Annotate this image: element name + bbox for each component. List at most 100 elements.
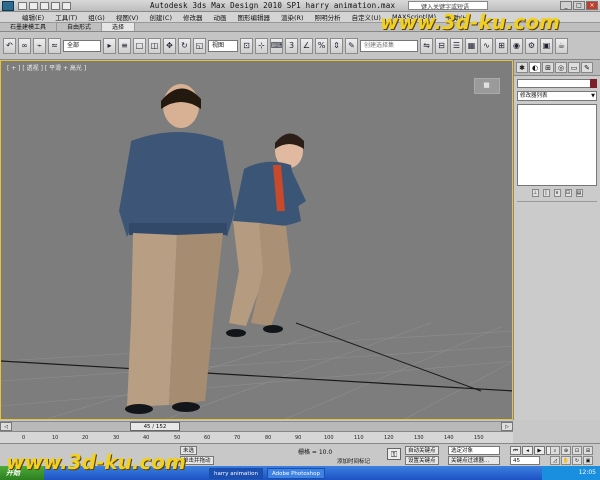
window-crossing-icon[interactable]: ◫ (148, 37, 161, 54)
maximize-button[interactable]: □ (573, 1, 585, 10)
rectangular-selection-icon[interactable]: □ (133, 37, 146, 54)
select-object-icon[interactable]: ▸ (103, 37, 116, 54)
make-unique-icon[interactable]: ∨ (553, 189, 561, 197)
menu-graph-editors[interactable]: 图形编辑器 (238, 12, 271, 22)
layer-manager-icon[interactable]: ☰ (450, 37, 463, 54)
select-rotate-icon[interactable]: ↻ (178, 37, 191, 54)
key-mode-dropdown[interactable]: 选定对象 (448, 446, 500, 455)
taskbar-item-3dsmax[interactable]: harry animation (209, 467, 263, 479)
zoom-icon[interactable]: ⌕ (550, 446, 560, 455)
percent-snap-icon[interactable]: % (315, 37, 328, 54)
select-move-icon[interactable]: ✥ (163, 37, 176, 54)
tab-graphite-modeling[interactable]: 石墨建模工具 (0, 23, 58, 31)
selection-filter-dropdown[interactable]: 全部 (63, 39, 101, 52)
pan-icon[interactable]: ✋ (561, 456, 571, 465)
object-color-swatch[interactable] (590, 79, 597, 88)
viewcube[interactable]: ⬜ (474, 78, 500, 94)
play-icon[interactable]: ▶ (534, 446, 545, 455)
perspective-viewport[interactable]: [ + ] [ 透视 ] [ 平滑 + 高光 ] ⬜ (0, 60, 513, 420)
bind-space-warp-icon[interactable]: ≈ (48, 37, 61, 54)
character-a[interactable] (119, 84, 235, 414)
minimize-button[interactable]: _ (560, 1, 572, 10)
undo-icon[interactable] (51, 1, 60, 10)
remove-modifier-icon[interactable]: ⊡ (564, 189, 572, 197)
maximize-viewport-icon[interactable]: ▣ (583, 456, 593, 465)
orbit-icon[interactable]: ↻ (572, 456, 582, 465)
graphite-toggle-icon[interactable]: ▦ (465, 37, 478, 54)
render-setup-icon[interactable]: ⚙ (525, 37, 538, 54)
curve-editor-icon[interactable]: ∿ (480, 37, 493, 54)
object-name-field[interactable] (517, 79, 597, 88)
zoom-extents-all-icon[interactable]: ⊞ (583, 446, 593, 455)
menu-edit[interactable]: 编辑(E) (22, 12, 44, 22)
motion-tab-icon[interactable]: ◎ (555, 62, 567, 73)
display-tab-icon[interactable]: ▭ (568, 62, 580, 73)
spinner-snap-icon[interactable]: ⇕ (330, 37, 343, 54)
taskbar-item-photoshop[interactable]: Adobe Photoshop (266, 467, 325, 479)
set-key-icon[interactable]: ⚿ (387, 448, 401, 460)
reference-coordinate-dropdown[interactable]: 视图 (208, 39, 238, 52)
create-tab-icon[interactable]: ✱ (516, 62, 528, 73)
redo-icon[interactable] (62, 1, 71, 10)
zoom-all-icon[interactable]: ⊕ (561, 446, 571, 455)
modifier-stack[interactable] (517, 104, 597, 186)
render-production-icon[interactable]: ☕ (555, 37, 568, 54)
menu-animation[interactable]: 动画 (214, 12, 227, 22)
close-button[interactable]: × (586, 1, 598, 10)
pin-stack-icon[interactable]: ⊥ (531, 189, 539, 197)
select-manipulate-icon[interactable]: ⊹ (255, 37, 268, 54)
named-selection-dropdown[interactable]: 创建选择集 (360, 39, 418, 52)
viewport-label[interactable]: [ + ] [ 透视 ] [ 平滑 + 高光 ] (7, 63, 86, 72)
select-scale-icon[interactable]: ◱ (193, 37, 206, 54)
time-slider-next-icon[interactable]: ▷ (501, 422, 513, 431)
menu-tools[interactable]: 工具(T) (55, 12, 77, 22)
new-file-icon[interactable] (18, 1, 27, 10)
time-slider-prev-icon[interactable]: ◁ (0, 422, 12, 431)
pivot-center-icon[interactable]: ⊡ (240, 37, 253, 54)
add-time-tag[interactable]: 添加时间标记 (337, 457, 370, 465)
undo-icon[interactable]: ↶ (3, 37, 16, 54)
material-editor-icon[interactable]: ◉ (510, 37, 523, 54)
link-icon[interactable]: ∞ (18, 37, 31, 54)
keyboard-shortcut-icon[interactable]: ⌨ (270, 37, 283, 54)
tab-freeform[interactable]: 自由形式 (57, 23, 103, 31)
field-of-view-icon[interactable]: ◿ (550, 456, 560, 465)
schematic-view-icon[interactable]: ⊞ (495, 37, 508, 54)
modify-tab-icon[interactable]: ◐ (529, 62, 541, 73)
time-slider[interactable]: ◁ 45 / 152 ▷ (0, 421, 513, 431)
modifier-list-dropdown[interactable]: 修改器列表 (517, 91, 597, 101)
tab-selection[interactable]: 选择 (102, 23, 136, 31)
search-input[interactable]: 键入关键字或短语 (408, 1, 488, 11)
menu-lighting-analysis[interactable]: 照明分析 (315, 12, 341, 22)
rendered-frame-icon[interactable]: ▣ (540, 37, 553, 54)
prev-frame-icon[interactable]: ◂ (522, 446, 533, 455)
menu-group[interactable]: 组(G) (88, 12, 105, 22)
zoom-extents-icon[interactable]: ⊡ (572, 446, 582, 455)
menu-views[interactable]: 视图(V) (116, 12, 139, 22)
menu-rendering[interactable]: 渲染(R) (281, 12, 304, 22)
angle-snap-icon[interactable]: ∠ (300, 37, 313, 54)
go-to-start-icon[interactable]: ⏮ (510, 446, 521, 455)
edit-named-selection-icon[interactable]: ✎ (345, 37, 358, 54)
show-end-result-icon[interactable]: | (542, 189, 550, 197)
menu-modifiers[interactable]: 修改器 (183, 12, 203, 22)
current-frame-field[interactable]: 45 (510, 456, 540, 465)
key-filters-button[interactable]: 关键点过滤器... (448, 456, 500, 465)
mirror-icon[interactable]: ⇋ (420, 37, 433, 54)
open-file-icon[interactable] (29, 1, 38, 10)
app-icon[interactable] (2, 0, 14, 11)
time-slider-thumb[interactable]: 45 / 152 (130, 422, 180, 431)
utilities-tab-icon[interactable]: ✎ (581, 62, 593, 73)
auto-key-button[interactable]: 自动关键点 (405, 446, 439, 455)
menu-customize[interactable]: 自定义(U) (352, 12, 381, 22)
save-file-icon[interactable] (40, 1, 49, 10)
character-b[interactable] (226, 133, 306, 337)
align-icon[interactable]: ⊟ (435, 37, 448, 54)
menu-create[interactable]: 创建(C) (149, 12, 172, 22)
set-key-button[interactable]: 设置关键点 (405, 456, 439, 465)
select-by-name-icon[interactable]: ≡ (118, 37, 131, 54)
snaps-toggle-icon[interactable]: 3 (285, 37, 298, 54)
configure-sets-icon[interactable]: ▤ (575, 189, 583, 197)
unlink-icon[interactable]: ⌁ (33, 37, 46, 54)
hierarchy-tab-icon[interactable]: ⊞ (542, 62, 554, 73)
